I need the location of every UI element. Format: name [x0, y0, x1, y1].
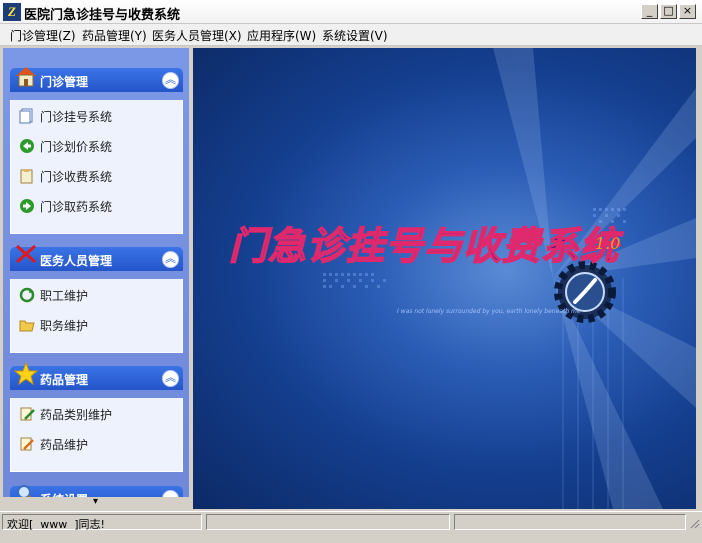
group-title: 医务人员管理 [40, 254, 113, 268]
splash-banner: 门急诊挂号与收费系统 1.0 I was not lonely surround… [193, 48, 696, 509]
banner-title: 门急诊挂号与收费系统 [228, 222, 620, 269]
app-logo-icon: Z [3, 3, 21, 21]
sidebar-item-label: 职工维护 [40, 289, 89, 303]
sidebar-item-dispensing[interactable]: 门诊取药系统 [11, 190, 182, 220]
refresh-icon [19, 287, 35, 303]
status-pane-middle [206, 514, 450, 530]
sidebar-item-employee[interactable]: 职工维护 [11, 279, 182, 309]
sidebar-scrollbar[interactable]: ▾ [3, 496, 189, 509]
sidebar-item-label: 门诊划价系统 [40, 140, 113, 154]
sidebar-group-outpatient: 门诊管理 ︽ 门诊挂号系统 门诊划价系统 门诊收费系统 门诊取药系统 [10, 67, 183, 234]
edit-icon [19, 406, 35, 422]
sidebar-item-registration[interactable]: 门诊挂号系统 [11, 100, 182, 130]
edit-pencil-icon [19, 436, 35, 452]
clipboard-icon [19, 168, 35, 184]
status-bar: 欢迎[ www ]同志! [0, 511, 702, 531]
group-title: 药品管理 [40, 373, 89, 387]
sidebar: 门诊管理 ︽ 门诊挂号系统 门诊划价系统 门诊收费系统 门诊取药系统 医务人员管… [3, 48, 189, 509]
group-body: 药品类别维护 药品维护 [10, 398, 183, 472]
sidebar-item-label: 职务维护 [40, 319, 89, 333]
group-header[interactable]: 药品管理 ︽ [10, 361, 183, 390]
close-button[interactable]: × [679, 4, 696, 19]
menu-bar: 门诊管理(Z) 药品管理(Y) 医务人员管理(X) 应用程序(W) 系统设置(V… [0, 24, 702, 46]
resize-grip-icon[interactable] [688, 517, 700, 529]
welcome-text: 欢迎[ www ]同志! [7, 518, 105, 531]
menu-outpatient[interactable]: 门诊管理(Z) [10, 27, 76, 44]
sidebar-item-pricing[interactable]: 门诊划价系统 [11, 130, 182, 160]
banner-tagline: I was not lonely surrounded by you, eart… [397, 308, 581, 315]
scroll-down-icon[interactable]: ▾ [93, 496, 98, 507]
house-icon [14, 64, 38, 94]
status-pane-user: 欢迎[ www ]同志! [2, 514, 202, 531]
group-body: 职工维护 职务维护 [10, 279, 183, 353]
sidebar-item-billing[interactable]: 门诊收费系统 [11, 160, 182, 190]
sidebar-item-label: 药品维护 [40, 438, 89, 452]
group-header[interactable]: 医务人员管理 ︽ [10, 244, 183, 271]
menu-staff[interactable]: 医务人员管理(X) [152, 27, 242, 44]
sidebar-group-drugs: 药品管理 ︽ 药品类别维护 药品维护 [10, 361, 183, 472]
collapse-button[interactable]: ︽ [162, 370, 179, 387]
sidebar-item-position[interactable]: 职务维护 [11, 309, 182, 339]
group-body: 门诊挂号系统 门诊划价系统 门诊收费系统 门诊取药系统 [10, 100, 183, 234]
folder-icon [19, 317, 35, 333]
banner-graphic [323, 48, 696, 509]
sidebar-item-label: 门诊收费系统 [40, 170, 113, 184]
menu-drugs[interactable]: 药品管理(Y) [82, 27, 147, 44]
maximize-button[interactable]: □ [660, 4, 677, 19]
menu-settings[interactable]: 系统设置(V) [322, 27, 388, 44]
sidebar-item-label: 门诊取药系统 [40, 200, 113, 214]
document-icon [19, 108, 35, 124]
window-title: 医院门急诊挂号与收费系统 [24, 8, 181, 23]
status-pane-right [454, 514, 686, 530]
minimize-button[interactable]: _ [641, 4, 658, 19]
sidebar-item-label: 门诊挂号系统 [40, 110, 113, 124]
forward-arrow-icon [19, 198, 35, 214]
collapse-button[interactable]: ︽ [162, 72, 179, 89]
star-icon [13, 361, 39, 392]
sidebar-group-staff: 医务人员管理 ︽ 职工维护 职务维护 [10, 244, 183, 353]
title-bar: Z 医院门急诊挂号与收费系统 _ □ × [0, 0, 702, 24]
collapse-button[interactable]: ︽ [162, 251, 179, 268]
red-x-icon [14, 243, 38, 273]
back-arrow-icon [19, 138, 35, 154]
menu-applications[interactable]: 应用程序(W) [247, 27, 316, 44]
banner-version: 1.0 [595, 234, 621, 253]
group-title: 门诊管理 [40, 75, 89, 89]
sidebar-item-label: 药品类别维护 [40, 408, 113, 422]
sidebar-item-drug-category[interactable]: 药品类别维护 [11, 398, 182, 428]
sidebar-item-drug[interactable]: 药品维护 [11, 428, 182, 458]
group-header[interactable]: 门诊管理 ︽ [10, 67, 183, 92]
